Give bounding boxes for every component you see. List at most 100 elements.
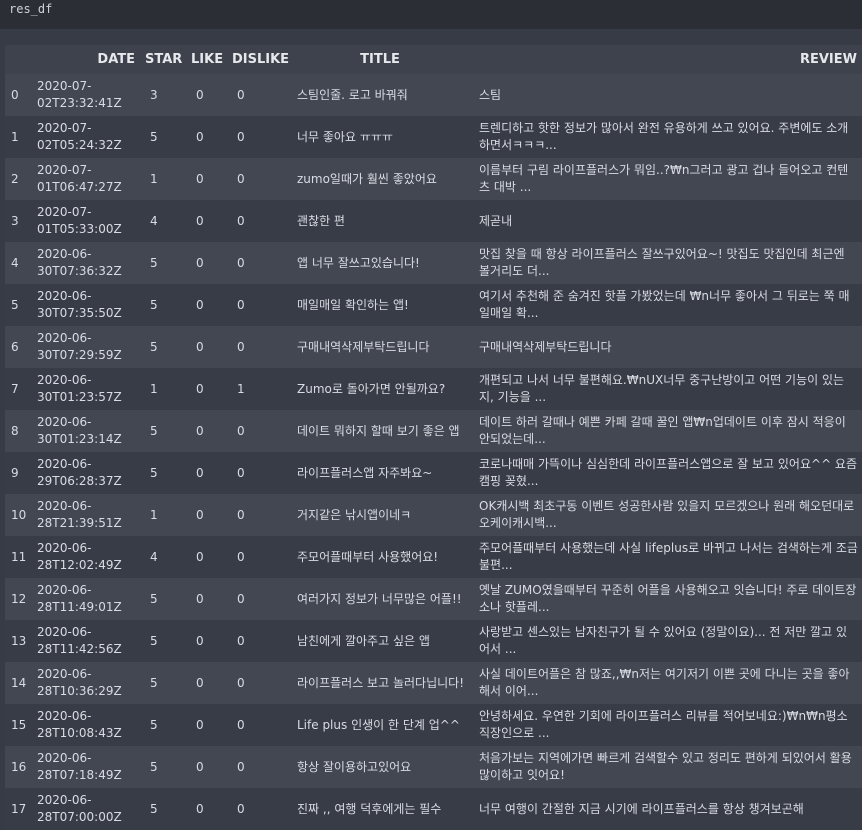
cell-star: 5 [140, 116, 186, 158]
cell-date: 2020-06-28T10:08:43Z [30, 704, 140, 746]
cell-like: 0 [186, 620, 227, 662]
table-row: 14 2020-06-28T10:36:29Z 5 0 0 라이프플러스 보고 놀러다닙니… [5, 662, 862, 704]
cell-dislike: 0 [227, 788, 289, 830]
table-row: 9 2020-06-29T06:28:37Z 5 0 0 라이프플러스앱 자주봐요~ 코로나… [5, 452, 862, 494]
cell-title: zumo일때가 훨씬 좋았어요 [289, 158, 471, 200]
cell-like: 0 [186, 200, 227, 242]
cell-review: OK캐시백 최초구동 이벤트 성공한사람 있을지 모르겠으나 원래 해오던대로 … [471, 494, 862, 536]
cell-date: 2020-06-30T07:36:32Z [30, 242, 140, 284]
cell-date: 2020-06-28T11:42:56Z [30, 620, 140, 662]
cell-like: 0 [186, 74, 227, 116]
cell-star: 4 [140, 200, 186, 242]
cell-like: 0 [186, 662, 227, 704]
cell-title: 데이트 뭐하지 할때 보기 좋은 앱 [289, 410, 471, 452]
cell-dislike: 0 [227, 74, 289, 116]
col-header-like: LIKE [186, 45, 227, 74]
cell-title: 여러가지 정보가 너무많은 어플!! [289, 578, 471, 620]
cell-dislike: 0 [227, 200, 289, 242]
cell-dislike: 1 [227, 368, 289, 410]
col-header-star: STAR [140, 45, 186, 74]
cell-star: 5 [140, 410, 186, 452]
cell-dislike: 0 [227, 116, 289, 158]
cell-star: 5 [140, 620, 186, 662]
cell-like: 0 [186, 704, 227, 746]
cell-index: 10 [5, 494, 30, 536]
code-text: res_df [9, 2, 53, 16]
col-header-index [5, 45, 30, 74]
cell-review: 코로나때매 가뜩이나 심심한데 라이프플러스앱으로 잘 보고 있어요^^ 요즘 … [471, 452, 862, 494]
cell-index: 16 [5, 746, 30, 788]
cell-star: 5 [140, 242, 186, 284]
cell-review: 맛집 찾을 때 항상 라이프플러스 잘쓰구있어요~! 맛집도 맛집인데 최근엔 … [471, 242, 862, 284]
cell-title: 너무 좋아요 ㅠㅠㅠ [289, 116, 471, 158]
output-area: DATE STAR LIKE DISLIKE TITLE REVIEW 0 202… [0, 29, 862, 830]
cell-index: 4 [5, 242, 30, 284]
cell-title: 스팀인줄. 로고 바꿔줘 [289, 74, 471, 116]
table-row: 8 2020-06-30T01:23:14Z 5 0 0 데이트 뭐하지 할때 보기 좋은… [5, 410, 862, 452]
cell-star: 1 [140, 368, 186, 410]
cell-title: 진짜 ,, 여행 덕후에게는 필수 [289, 788, 471, 830]
table-row: 13 2020-06-28T11:42:56Z 5 0 0 남친에게 깔아주고 싶은 앱사… [5, 620, 862, 662]
code-cell[interactable]: res_df [0, 0, 862, 29]
cell-date: 2020-06-28T12:02:49Z [30, 536, 140, 578]
table-body: 0 2020-07-02T23:32:41Z 3 0 0 스팀인줄. 로고 바꿔줘 스팀 1 2… [5, 74, 862, 830]
cell-title: 매일매일 확인하는 앱! [289, 284, 471, 326]
cell-date: 2020-06-30T01:23:14Z [30, 410, 140, 452]
table-row: 11 2020-06-28T12:02:49Z 4 0 0 주모어플때부터 사용했어요! 주… [5, 536, 862, 578]
cell-date: 2020-06-30T07:35:50Z [30, 284, 140, 326]
cell-like: 0 [186, 536, 227, 578]
cell-star: 5 [140, 284, 186, 326]
table-row: 16 2020-06-28T07:18:49Z 5 0 0 항상 잘이용하고있어요 처음가보… [5, 746, 862, 788]
cell-index: 2 [5, 158, 30, 200]
col-header-date: DATE [30, 45, 140, 74]
cell-dislike: 0 [227, 662, 289, 704]
cell-date: 2020-07-01T05:33:00Z [30, 200, 140, 242]
cell-dislike: 0 [227, 242, 289, 284]
cell-date: 2020-07-02T05:24:32Z [30, 116, 140, 158]
table-row: 6 2020-06-30T07:29:59Z 5 0 0 구매내역삭제부탁드립니다 구매내역… [5, 326, 862, 368]
cell-title: 항상 잘이용하고있어요 [289, 746, 471, 788]
cell-like: 0 [186, 284, 227, 326]
cell-title: Life plus 인생이 한 단계 업^^ [289, 704, 471, 746]
cell-dislike: 0 [227, 578, 289, 620]
cell-review: 사실 데이트어플은 참 많죠,,₩n저는 여기저기 이쁜 곳에 다니는 곳을 좋… [471, 662, 862, 704]
cell-date: 2020-06-28T10:36:29Z [30, 662, 140, 704]
cell-like: 0 [186, 116, 227, 158]
table-row: 5 2020-06-30T07:35:50Z 5 0 0 매일매일 확인하는 앱! 여기서 … [5, 284, 862, 326]
table-row: 17 2020-06-28T07:00:00Z 5 0 0 진짜 ,, 여행 덕후에게는 … [5, 788, 862, 830]
cell-index: 3 [5, 200, 30, 242]
cell-date: 2020-06-28T07:00:00Z [30, 788, 140, 830]
cell-index: 17 [5, 788, 30, 830]
cell-review: 구매내역삭제부탁드립니다 [471, 326, 862, 368]
table-row: 2 2020-07-01T06:47:27Z 1 0 0 zumo일때가 훨씬 좋았어요 이… [5, 158, 862, 200]
cell-title: 앱 너무 잘쓰고있습니다! [289, 242, 471, 284]
col-header-review: REVIEW [471, 45, 862, 74]
cell-star: 3 [140, 74, 186, 116]
cell-review: 이름부터 구림 라이프플러스가 뭐임..?₩n그러고 광고 겁나 들어오고 컨텐… [471, 158, 862, 200]
cell-title: 구매내역삭제부탁드립니다 [289, 326, 471, 368]
cell-title: 주모어플때부터 사용했어요! [289, 536, 471, 578]
cell-date: 2020-06-28T21:39:51Z [30, 494, 140, 536]
cell-star: 5 [140, 704, 186, 746]
cell-title: 거지같은 낚시앱이네ㅋ [289, 494, 471, 536]
cell-like: 0 [186, 326, 227, 368]
cell-index: 1 [5, 116, 30, 158]
cell-star: 5 [140, 326, 186, 368]
cell-index: 6 [5, 326, 30, 368]
dataframe-table: DATE STAR LIKE DISLIKE TITLE REVIEW 0 202… [5, 45, 862, 830]
cell-review: 처음가보는 지역에가면 빠르게 검색할수 있고 정리도 편하게 되있어서 활용 … [471, 746, 862, 788]
cell-title: Zumo로 돌아가면 안될까요? [289, 368, 471, 410]
table-row: 3 2020-07-01T05:33:00Z 4 0 0 괜찮한 편 제곧내 [5, 200, 862, 242]
cell-dislike: 0 [227, 494, 289, 536]
cell-dislike: 0 [227, 326, 289, 368]
cell-dislike: 0 [227, 704, 289, 746]
cell-title: 라이프플러스 보고 놀러다닙니다! [289, 662, 471, 704]
table-row: 4 2020-06-30T07:36:32Z 5 0 0 앱 너무 잘쓰고있습니다! 맛집 … [5, 242, 862, 284]
cell-dislike: 0 [227, 746, 289, 788]
col-header-dislike: DISLIKE [227, 45, 289, 74]
cell-date: 2020-06-30T07:29:59Z [30, 326, 140, 368]
cell-dislike: 0 [227, 410, 289, 452]
cell-date: 2020-07-01T06:47:27Z [30, 158, 140, 200]
cell-star: 5 [140, 746, 186, 788]
cell-title: 라이프플러스앱 자주봐요~ [289, 452, 471, 494]
